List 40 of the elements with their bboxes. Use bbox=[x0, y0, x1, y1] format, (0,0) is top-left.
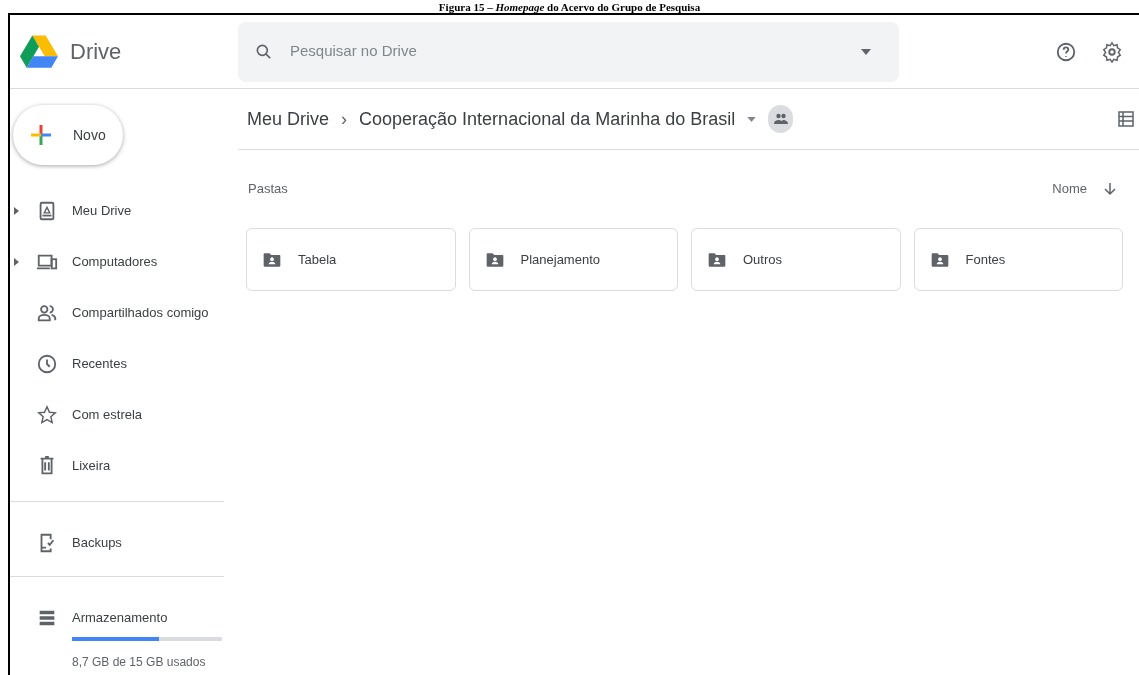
clock-icon bbox=[36, 352, 58, 375]
folder-name: Fontes bbox=[965, 250, 1006, 269]
sidebar-item[interactable]: Meu Drive bbox=[72, 200, 132, 221]
expand-arrow-icon[interactable] bbox=[13, 206, 19, 215]
people-icon bbox=[773, 113, 788, 125]
breadcrumb-link[interactable]: Meu Drive bbox=[247, 105, 330, 133]
figure-caption: Figura 15 – Homepage do Acervo do Grupo de Pesquisa bbox=[438, 1, 701, 13]
sidebar-item[interactable]: Lixeira bbox=[72, 455, 111, 476]
section-title: Pastas bbox=[248, 180, 288, 199]
folder-card[interactable]: Outros bbox=[691, 228, 901, 291]
storage-usage: 8,7 GB de 15 GB usados bbox=[72, 654, 207, 671]
dropdown-icon[interactable] bbox=[747, 116, 757, 122]
folder-card[interactable]: Planejamento bbox=[468, 228, 678, 291]
help-icon[interactable] bbox=[1055, 40, 1077, 63]
star-icon bbox=[36, 403, 58, 426]
sort-label[interactable]: Nome bbox=[1052, 179, 1087, 199]
sidebar-item[interactable]: Compartilhados comigo bbox=[72, 302, 209, 323]
search-field[interactable]: Pesquisar no Drive bbox=[238, 21, 899, 82]
dropdown-icon[interactable] bbox=[861, 48, 871, 55]
breadcrumb-current[interactable]: Cooperação Internacional da Marinha do Brasil bbox=[359, 105, 736, 133]
search-input[interactable]: Pesquisar no Drive bbox=[290, 40, 845, 63]
sidebar-item[interactable]: Backups bbox=[72, 532, 122, 553]
folder-card[interactable]: Fontes bbox=[913, 228, 1123, 291]
settings-icon[interactable] bbox=[1101, 40, 1123, 63]
sidebar-item[interactable]: Recentes bbox=[72, 353, 127, 374]
sidebar-item[interactable]: Computadores bbox=[72, 251, 158, 272]
expand-arrow-icon[interactable] bbox=[13, 257, 19, 266]
folder-name: Planejamento bbox=[520, 250, 600, 269]
plus-icon bbox=[29, 123, 53, 147]
down-arrow-icon[interactable] bbox=[1103, 182, 1117, 196]
app-name: Drive bbox=[70, 38, 122, 66]
folder-name: Tabela bbox=[298, 250, 337, 269]
folder-name: Outros bbox=[743, 250, 782, 269]
sidebar-item[interactable]: Armazenamento bbox=[72, 607, 168, 628]
list-view-icon[interactable] bbox=[1117, 110, 1135, 128]
folder-card[interactable]: Tabela bbox=[246, 228, 456, 291]
sidebar-item[interactable]: Com estrela bbox=[72, 404, 143, 425]
new-button[interactable]: Novo bbox=[13, 105, 123, 165]
breadcrumb-separator: › bbox=[341, 107, 348, 131]
drive-logo-icon bbox=[20, 34, 58, 69]
